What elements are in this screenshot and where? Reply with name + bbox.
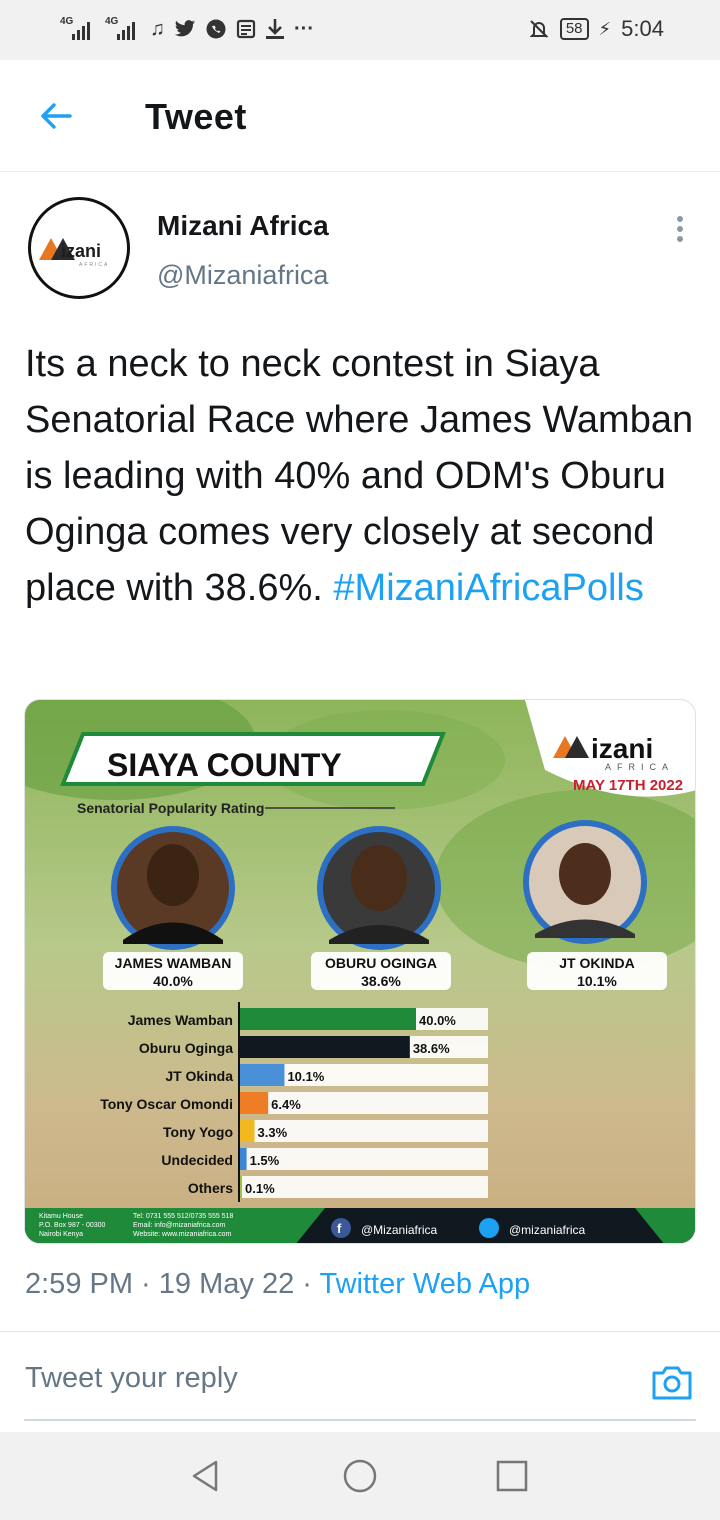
charging-icon: ⚡ [598, 18, 612, 39]
candidate-photo [111, 826, 235, 950]
divider [0, 1331, 720, 1332]
tweet-meta: 2:59 PM · 19 May 22 · Twitter Web App [25, 1268, 530, 1301]
hashtag-link[interactable]: #MizaniAfricaPolls [333, 567, 643, 609]
nav-home-icon[interactable] [342, 1458, 378, 1494]
bar [240, 1176, 242, 1198]
facebook-handle: @Mizaniafrica [361, 1223, 438, 1237]
bar-value-label: 3.3% [258, 1125, 288, 1140]
author-handle[interactable]: @Mizaniafrica [157, 260, 328, 291]
camera-icon[interactable] [650, 1360, 694, 1404]
bar-category-label: Tony Oscar Omondi [100, 1096, 233, 1112]
bar-value-label: 40.0% [419, 1013, 456, 1028]
poll-subtitle: Senatorial Popularity Rating [77, 800, 264, 816]
candidate-pct: 38.6% [361, 973, 401, 989]
more-options-icon[interactable] [668, 212, 692, 248]
meta-separator: · [133, 1268, 159, 1300]
news-icon [236, 19, 256, 39]
poll-title: SIAYA COUNTY [107, 747, 342, 783]
bar-value-label: 1.5% [250, 1153, 280, 1168]
mute-bell-icon [529, 20, 549, 38]
download-icon [266, 19, 284, 39]
more-icon: ··· [294, 18, 314, 40]
footer-contact-line: Tel: 0731 555 512/0735 555 518 [133, 1213, 234, 1220]
avatar[interactable]: izani AFRICA [28, 197, 130, 299]
tweet-text: Its a neck to neck contest in Siaya Sena… [25, 336, 697, 616]
brand-logo: izani [591, 733, 653, 764]
bar [240, 1120, 255, 1142]
bar-value-label: 6.4% [271, 1097, 301, 1112]
brand-sub: AFRICA [605, 762, 674, 772]
music-icon: ♫ [150, 18, 165, 40]
candidate-photo [523, 820, 647, 944]
footer-address-line: Nairobi Kenya [39, 1231, 83, 1238]
bar [240, 1064, 285, 1086]
source-app-link[interactable]: Twitter Web App [319, 1268, 530, 1300]
candidate-pct: 40.0% [153, 973, 193, 989]
footer-address-line: P.O. Box 987 - 00300 [39, 1222, 106, 1229]
footer-contact-line: Email: info@mizaniafrica.com [133, 1222, 225, 1229]
bar [240, 1148, 247, 1170]
svg-text:izani: izani [61, 241, 101, 261]
battery-icon: 58 [559, 18, 589, 40]
candidate-name: JAMES WAMBAN [115, 955, 232, 971]
bar [240, 1036, 410, 1058]
bar-value-label: 0.1% [245, 1181, 275, 1196]
tweet-date: 19 May 22 [158, 1268, 295, 1300]
poll-date: MAY 17TH 2022 [573, 777, 683, 794]
bar-category-label: Oburu Oginga [139, 1040, 233, 1056]
candidate-name: OBURU OGINGA [325, 955, 437, 971]
bar-category-label: Tony Yogo [163, 1124, 233, 1140]
bar-value-label: 10.1% [287, 1069, 324, 1084]
svg-text:f: f [337, 1221, 342, 1236]
tweet-time: 2:59 PM [25, 1268, 133, 1300]
nav-back-icon[interactable] [188, 1458, 224, 1494]
reply-input[interactable]: Tweet your reply [25, 1362, 238, 1395]
whatsapp-icon [206, 19, 226, 39]
bar-category-label: Undecided [161, 1152, 233, 1168]
reply-underline [24, 1419, 696, 1421]
bar [240, 1092, 269, 1114]
top-app-bar: Tweet [0, 60, 720, 172]
signal-icon: 4G [105, 16, 141, 42]
back-arrow-icon[interactable] [36, 96, 76, 136]
candidate-name: JT OKINDA [559, 955, 634, 971]
twitter-handle: @mizaniafrica [509, 1223, 586, 1237]
system-nav-bar [0, 1432, 720, 1520]
footer-address-line: Kitamu House [39, 1213, 83, 1220]
meta-separator: · [294, 1268, 320, 1300]
status-bar: 4G 4G ♫ ··· 58 ⚡ 5:04 [0, 0, 720, 60]
bar-value-label: 38.6% [413, 1041, 450, 1056]
nav-recents-icon[interactable] [494, 1458, 530, 1494]
svg-text:AFRICA: AFRICA [79, 262, 109, 268]
bar-category-label: Others [188, 1180, 233, 1196]
bar-category-label: JT Okinda [165, 1068, 233, 1084]
bar-track [240, 1176, 488, 1198]
clock: 5:04 [621, 16, 664, 41]
candidate-pct: 10.1% [577, 973, 617, 989]
author-name[interactable]: Mizani Africa [157, 210, 329, 242]
signal-icon: 4G [60, 16, 96, 42]
candidate-photo [317, 826, 441, 950]
bar [240, 1008, 416, 1030]
tweet-image[interactable]: SIAYA COUNTY Senatorial Popularity Ratin… [24, 699, 696, 1244]
page-title: Tweet [145, 96, 247, 137]
footer-contact-line: Website: www.mizaniafrica.com [133, 1231, 231, 1238]
bar-category-label: James Wamban [128, 1012, 233, 1028]
twitter-icon [174, 20, 196, 37]
